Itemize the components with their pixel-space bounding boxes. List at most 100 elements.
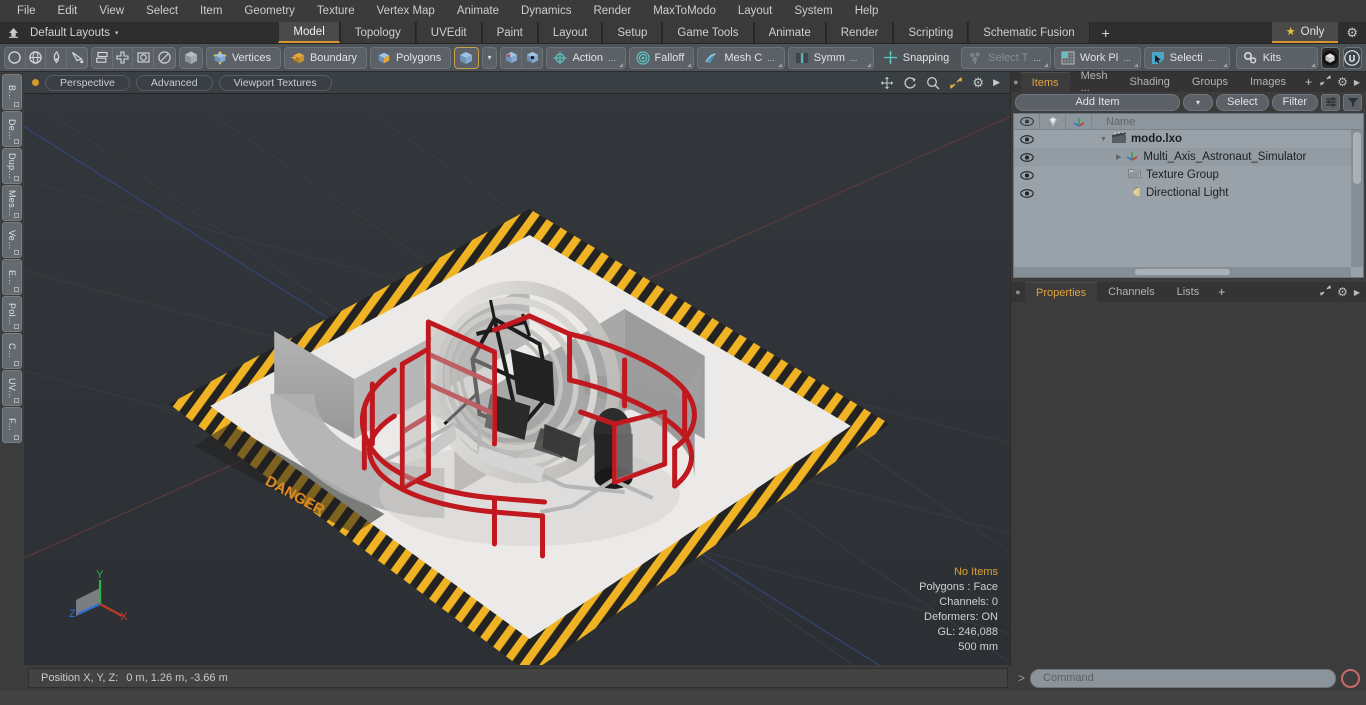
add-tab-button[interactable]: + [1089,22,1122,43]
row-label-wrap[interactable]: ▼ modo.lxo [1092,131,1182,146]
tab-paint[interactable]: Paint [481,22,538,43]
menu-item-maxtomodo[interactable]: MaxToModo [642,0,727,22]
symmetry-button[interactable]: Symm ... [787,46,874,69]
selection-mode-vertices[interactable]: Vertices [205,46,281,69]
kits-button[interactable]: Kits [1235,46,1318,69]
panel-arrow-icon[interactable]: ▶ [1354,78,1360,87]
tab-topology[interactable]: Topology [339,22,416,43]
item-mode-dropdown[interactable]: ▾ [481,46,498,69]
cube-icon[interactable] [180,48,202,68]
table-row[interactable]: Texture Group [1014,166,1363,184]
pivot-icon[interactable] [501,47,522,68]
viewport-expand-icon[interactable]: ▶ [993,77,1000,88]
tab-render[interactable]: Render [825,22,894,43]
table-row[interactable]: Directional Light [1014,184,1363,202]
panel-tab-channels[interactable]: Channels [1097,282,1165,302]
circle-icon[interactable] [5,47,26,68]
panel-tab-images[interactable]: Images [1239,72,1297,92]
tab-setup[interactable]: Setup [602,22,663,43]
row-eye-icon[interactable] [1014,152,1040,162]
select-button[interactable]: Select [1215,93,1269,111]
work-plane-button[interactable]: Work Pl ... [1053,46,1141,69]
menu-item-system[interactable]: System [783,0,843,22]
tab-layout[interactable]: Layout [537,22,603,43]
rail-tab-duplicate[interactable]: Dup... [2,148,22,184]
rail-tab-deform[interactable]: De... [2,111,22,147]
panel-gear-icon[interactable]: ⚙ [1337,285,1348,299]
item-cube-icon[interactable] [455,48,477,68]
menu-item-layout[interactable]: Layout [727,0,784,22]
row-eye-icon[interactable] [1014,170,1040,180]
expand-caret-icon[interactable]: ▼ [1100,136,1107,143]
viewport-3d-scene[interactable]: DANGER Y X Z No Items Polygons: Face Ch… [24,94,1010,665]
viewport-textures-button[interactable]: Viewport Textures [218,74,332,91]
table-row[interactable]: ▼ modo.lxo [1014,130,1363,148]
add-item-button[interactable]: Add Item [1015,93,1180,111]
tree-horizontal-scrollbar[interactable] [1014,267,1351,277]
menu-item-help[interactable]: Help [844,0,890,22]
fit-icon[interactable] [949,76,963,90]
list-filter-icon[interactable] [1321,93,1340,111]
panel-tab-properties[interactable]: Properties [1025,282,1098,302]
modo-badge-icon[interactable] [1320,46,1340,69]
menu-item-edit[interactable]: Edit [47,0,89,22]
tab-scripting[interactable]: Scripting [893,22,969,43]
funnel-icon[interactable] [1343,93,1362,111]
command-input[interactable] [1030,668,1336,688]
row-label-wrap[interactable]: ▶ Multi_Axis_Astronaut_Simulator [1092,150,1306,165]
globe-icon[interactable] [26,47,47,68]
menu-item-geometry[interactable]: Geometry [233,0,306,22]
viewport-gear-icon[interactable]: ⚙ [972,76,984,89]
rail-tab-basic[interactable]: B... [2,74,22,110]
frame-icon[interactable] [133,47,155,68]
menu-item-file[interactable]: File [6,0,47,22]
action-center-button[interactable]: Action ... [546,46,626,69]
panel-gear-icon[interactable]: ⚙ [1337,75,1348,89]
menu-item-view[interactable]: View [88,0,135,22]
panel-tab-shading[interactable]: Shading [1119,72,1181,92]
menu-item-vertex-map[interactable]: Vertex Map [366,0,446,22]
row-eye-icon[interactable] [1014,134,1040,144]
selection-mode-polygons[interactable]: Polygons [370,46,452,69]
rail-tab-curve[interactable]: C... [2,333,22,369]
unreal-badge-icon[interactable] [1342,46,1363,69]
expand-icon[interactable] [1320,285,1331,299]
panel-tab-lists[interactable]: Lists [1166,282,1211,302]
add-item-dropdown[interactable]: ▾ [1182,93,1213,111]
item-tree[interactable]: Name ▼ modo.lxo ▶ Multi_Axis_Astronaut_S… [1013,113,1364,278]
menu-item-select[interactable]: Select [135,0,189,22]
rail-tab-mesh-edit[interactable]: Mes... [2,185,22,221]
tab-animate[interactable]: Animate [753,22,826,43]
panel-tab-groups[interactable]: Groups [1181,72,1239,92]
tree-hscroll-thumb[interactable] [1135,269,1230,275]
tree-vertical-scrollbar[interactable] [1351,130,1363,267]
row-label-wrap[interactable]: Texture Group [1092,168,1219,182]
rail-tab-vertex[interactable]: Ve... [2,222,22,258]
zoom-icon[interactable] [926,76,940,90]
snapping-button[interactable]: Snapping [877,47,959,69]
tab-uvedit[interactable]: UVEdit [415,22,482,43]
mesh-constraint-button[interactable]: Mesh C ... [697,46,785,69]
center-icon[interactable] [113,47,134,68]
record-circle-icon[interactable] [1341,668,1360,688]
row-eye-icon[interactable] [1014,188,1040,198]
rail-tab-edge[interactable]: E... [2,259,22,295]
selection-mode-boundary[interactable]: Boundary [283,46,368,69]
viewport-shading-button[interactable]: Advanced [135,74,213,91]
pen-icon[interactable] [46,47,67,68]
default-layouts-menu[interactable]: Default Layouts ▾ [26,22,128,43]
menu-item-render[interactable]: Render [582,0,642,22]
tab-game-tools[interactable]: Game Tools [662,22,754,43]
expand-icon[interactable] [1320,75,1331,89]
panel-tab-add-button[interactable]: + [1297,72,1320,92]
align-icon[interactable] [92,47,113,68]
radial-icon[interactable] [154,48,174,68]
properties-menu-dot-icon[interactable]: ● [1011,282,1025,302]
pan-icon[interactable] [880,76,894,90]
rail-tab-fur[interactable]: F... [2,407,22,443]
only-toggle-button[interactable]: ★ Only [1271,22,1339,43]
properties-tab-add-button[interactable]: + [1210,282,1233,302]
expand-caret-icon[interactable]: ▶ [1116,153,1121,161]
table-row[interactable]: ▶ Multi_Axis_Astronaut_Simulator [1014,148,1363,166]
filter-button[interactable]: Filter [1271,93,1318,111]
